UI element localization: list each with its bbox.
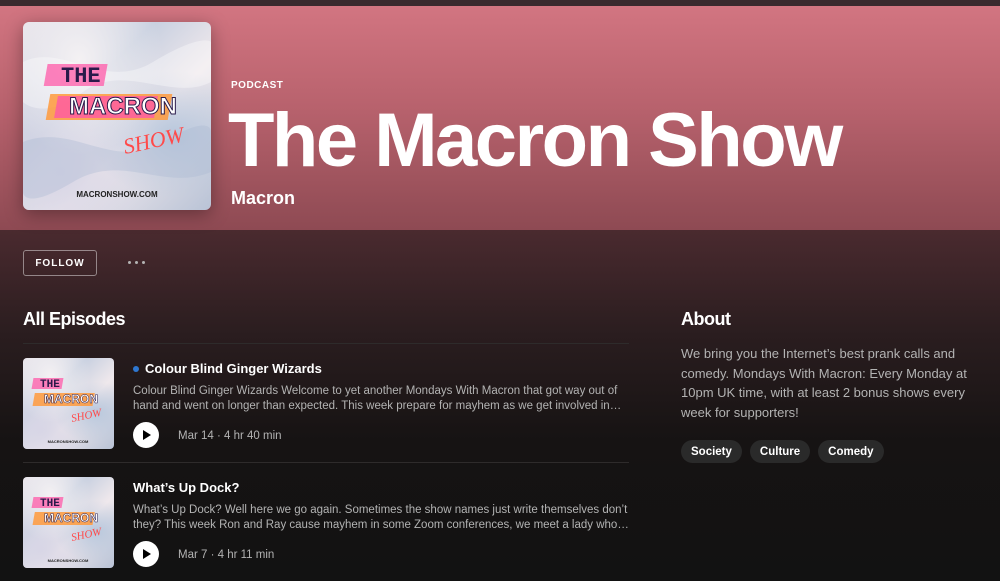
episode-cover-line2: MACRON [44,392,98,406]
episode-cover-url: MACRONSHOW.COM [48,558,89,563]
episode-row[interactable]: THE MACRON SHOW MACRONSHOW.COM What’s Up… [23,462,629,581]
tag-culture[interactable]: Culture [749,440,811,463]
episode-cover-art: THE MACRON SHOW MACRONSHOW.COM [23,358,114,449]
podcast-author-link[interactable]: Macron [231,188,295,209]
cover-title-line2: MACRON [69,93,177,120]
podcast-title: The Macron Show [228,98,843,183]
episode-title-text: What’s Up Dock? [133,480,240,495]
more-options-icon[interactable] [122,252,150,272]
episode-title-text: Colour Blind Ginger Wizards [145,361,322,376]
episode-cover-line3: SHOW [70,526,103,544]
episode-list: THE MACRON SHOW MACRONSHOW.COM Colour Bl… [23,343,629,581]
tag-comedy[interactable]: Comedy [818,440,884,463]
tag-society[interactable]: Society [681,440,742,463]
episode-cover-line2: MACRON [44,511,98,525]
content-type-label: PODCAST [231,80,284,91]
episode-cover-art: THE MACRON SHOW MACRONSHOW.COM [23,477,114,568]
episode-description: What’s Up Dock? Well here we go again. S… [133,504,628,531]
episode-title[interactable]: What’s Up Dock? [133,480,239,495]
episode-cover-line1: THE [40,498,60,510]
cover-title-line1: THE [61,64,101,89]
follow-button[interactable]: FOLLOW [23,250,97,276]
episode-description: Colour Blind Ginger Wizards Welcome to y… [133,385,622,412]
category-tags: Society Culture Comedy [681,440,884,463]
episode-row[interactable]: THE MACRON SHOW MACRONSHOW.COM Colour Bl… [23,343,629,462]
episode-cover-url: MACRONSHOW.COM [48,439,89,444]
episode-meta: Mar 7 · 4 hr 11 min [178,549,275,561]
episode-cover-line3: SHOW [70,407,103,425]
play-icon [143,549,151,559]
episode-cover-line1: THE [40,379,60,391]
play-button[interactable] [133,541,159,567]
podcast-cover-art: THE MACRON SHOW MACRONSHOW.COM [23,22,211,210]
episode-title[interactable]: Colour Blind Ginger Wizards [133,361,322,376]
new-episode-dot-icon [133,365,139,372]
play-icon [143,430,151,440]
episodes-heading: All Episodes [23,309,126,329]
play-button[interactable] [133,422,159,448]
about-heading: About [681,309,731,329]
about-description: We bring you the Internet’s best prank c… [681,346,967,420]
cover-url: MACRONSHOW.COM [76,190,158,199]
episode-meta: Mar 14 · 4 hr 40 min [178,430,282,442]
